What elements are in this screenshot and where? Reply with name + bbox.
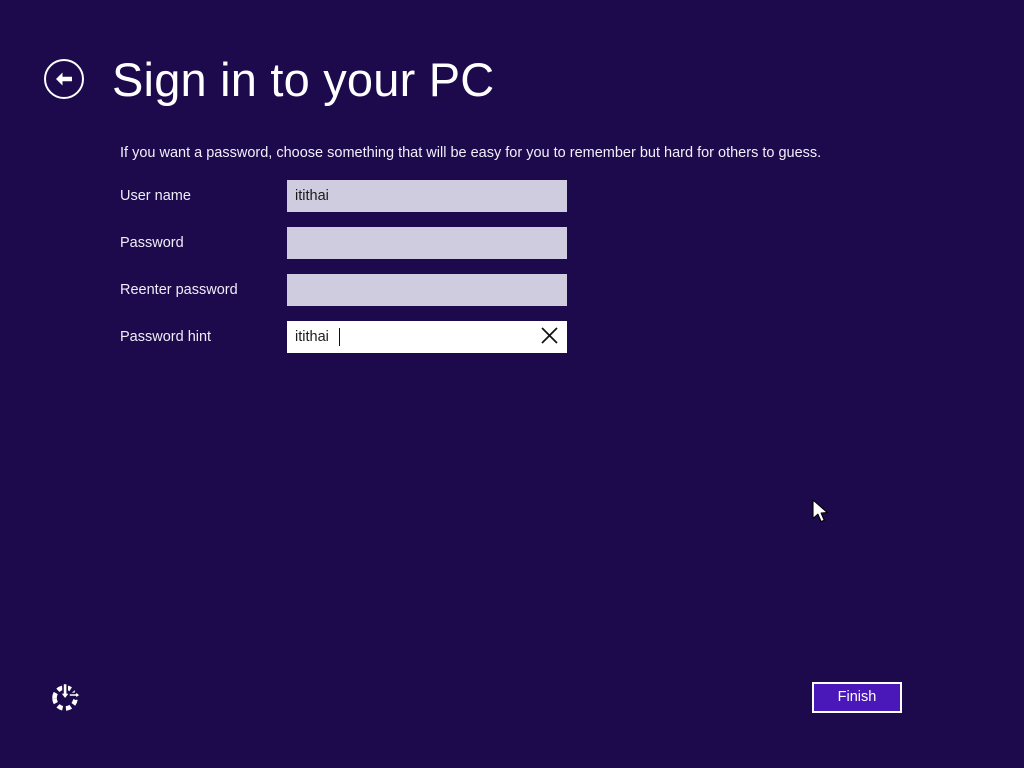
password-field-wrap xyxy=(287,227,567,259)
clear-password-hint-button[interactable] xyxy=(536,324,562,350)
form-row-reenter-password: Reenter password xyxy=(120,274,580,306)
instruction-text: If you want a password, choose something… xyxy=(120,145,822,161)
close-icon xyxy=(540,327,558,347)
signin-form: User name Password Reenter password Pass… xyxy=(120,180,580,368)
page-title: Sign in to your PC xyxy=(112,52,495,106)
form-row-password-hint: Password hint xyxy=(120,321,580,353)
form-row-username: User name xyxy=(120,180,580,212)
username-input[interactable] xyxy=(287,180,567,212)
ease-of-access-button[interactable] xyxy=(50,681,82,713)
password-hint-input[interactable] xyxy=(287,321,567,353)
ease-of-access-icon xyxy=(50,682,82,717)
form-row-password: Password xyxy=(120,227,580,259)
setup-screen: Sign in to your PC If you want a passwor… xyxy=(0,0,1024,768)
finish-button[interactable]: Finish xyxy=(812,682,902,713)
back-button[interactable] xyxy=(44,59,84,99)
password-hint-label: Password hint xyxy=(120,329,212,345)
password-label: Password xyxy=(120,235,184,251)
password-input[interactable] xyxy=(287,227,567,259)
password-hint-field-wrap xyxy=(287,321,567,353)
username-label: User name xyxy=(120,188,191,204)
text-caret xyxy=(339,328,340,346)
reenter-password-input[interactable] xyxy=(287,274,567,306)
username-field-wrap xyxy=(287,180,567,212)
reenter-password-field-wrap xyxy=(287,274,567,306)
reenter-password-label: Reenter password xyxy=(120,282,238,298)
page-header: Sign in to your PC xyxy=(44,48,494,110)
mouse-pointer-icon xyxy=(812,499,832,527)
